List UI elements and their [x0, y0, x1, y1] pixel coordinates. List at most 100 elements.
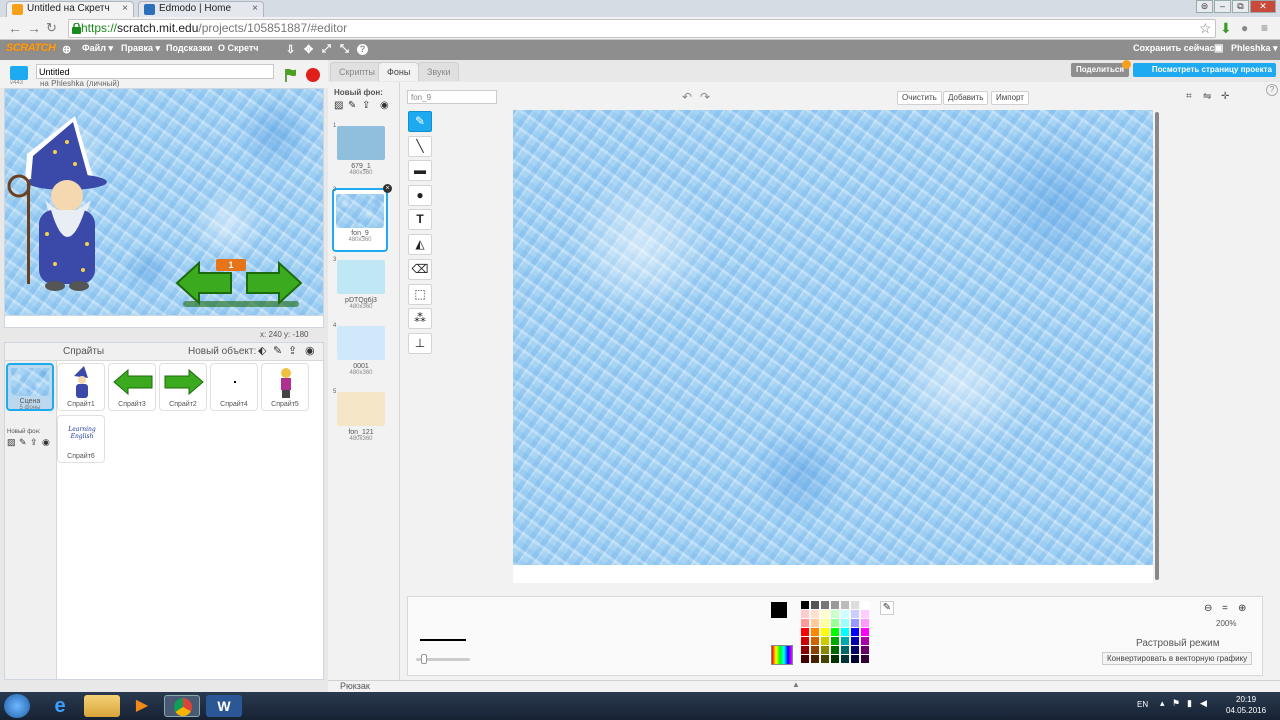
palette-swatch[interactable] — [811, 628, 819, 636]
ellipse-tool[interactable]: ● — [408, 185, 432, 206]
palette-swatch[interactable] — [861, 610, 869, 618]
rectangle-tool[interactable]: ▬ — [408, 160, 432, 181]
minimize-button[interactable]: ‒ — [1214, 0, 1231, 13]
upload-sprite-icon[interactable]: ⇪ — [288, 344, 297, 357]
green-flag-icon[interactable] — [284, 68, 298, 82]
menu-icon[interactable]: ≡ — [1261, 21, 1268, 35]
browser-tab-scratch[interactable]: Untitled на Скретч × — [6, 1, 134, 17]
palette-swatch[interactable] — [811, 601, 819, 609]
paint-icon[interactable]: ✎ — [348, 100, 356, 111]
url-input[interactable]: https://scratch.mit.edu/projects/1058518… — [68, 19, 1216, 38]
palette-swatch[interactable] — [821, 619, 829, 627]
palette-swatch[interactable] — [821, 628, 829, 636]
primary-color-swatch[interactable] — [771, 602, 787, 618]
browser-tab-edmodo[interactable]: Edmodo | Home × — [138, 1, 264, 17]
palette-swatch[interactable] — [811, 655, 819, 663]
flag-icon[interactable]: ⚑ — [1172, 698, 1180, 709]
upload-icon[interactable]: ⇪ — [362, 100, 370, 111]
media-player-icon[interactable]: ▶ — [124, 695, 160, 717]
camera-icon[interactable]: ◉ — [305, 344, 315, 357]
backpack-expand-icon[interactable]: ▲ — [792, 680, 800, 689]
stage-thumbnail[interactable]: Сцена 5 фоны — [6, 363, 54, 411]
palette-swatch[interactable] — [851, 628, 859, 636]
paint-canvas[interactable] — [513, 110, 1153, 565]
palette-swatch[interactable] — [821, 601, 829, 609]
delete-backdrop-icon[interactable]: × — [383, 184, 392, 193]
globe-icon[interactable]: ⊕ — [62, 43, 71, 56]
palette-swatch[interactable] — [801, 655, 809, 663]
palette-swatch[interactable] — [801, 628, 809, 636]
tab-backdrops[interactable]: Фоны — [378, 62, 420, 81]
shield-extension-icon[interactable]: ● — [1241, 21, 1248, 35]
paint-backdrop-icon[interactable]: ✎ — [19, 437, 27, 448]
costume-name-input[interactable] — [407, 90, 497, 104]
eraser-tool[interactable]: ⌫ — [408, 259, 432, 280]
set-center-icon[interactable]: ✛ — [1221, 91, 1229, 102]
palette-swatch[interactable] — [831, 637, 839, 645]
sprite-tile[interactable]: Learning English Спрайт6 — [57, 415, 105, 463]
palette-swatch[interactable] — [831, 628, 839, 636]
color-picker-gradient[interactable] — [771, 645, 793, 665]
stamp-tool[interactable]: ⊥ — [408, 333, 432, 354]
palette-swatch[interactable] — [841, 610, 849, 618]
tray-arrow-icon[interactable]: ▴ — [1160, 698, 1165, 709]
save-now-link[interactable]: Сохранить сейчас — [1133, 43, 1214, 53]
palette-swatch[interactable] — [831, 646, 839, 654]
vertical-scrollbar[interactable] — [1155, 112, 1159, 580]
palette-swatch[interactable] — [851, 655, 859, 663]
close-window-button[interactable]: ✕ — [1250, 0, 1276, 13]
camera-backdrop-icon[interactable]: ◉ — [42, 437, 50, 448]
tab-sounds[interactable]: Звуки — [418, 62, 460, 81]
stage-canvas[interactable]: 1 — [4, 88, 324, 316]
choose-backdrop-icon[interactable]: ▨ — [7, 437, 16, 448]
palette-swatch[interactable] — [861, 655, 869, 663]
palette-swatch[interactable] — [841, 655, 849, 663]
palette-swatch[interactable] — [821, 655, 829, 663]
language-indicator[interactable]: EN — [1137, 700, 1148, 709]
help-icon[interactable]: ? — [1266, 84, 1278, 96]
convert-to-vector-button[interactable]: Конвертировать в векторную графику — [1102, 652, 1253, 665]
flip-horizontal-icon[interactable]: ⇋ — [1203, 91, 1211, 102]
palette-swatch[interactable] — [831, 655, 839, 663]
zoom-reset-icon[interactable]: = — [1222, 603, 1228, 614]
see-project-page-button[interactable]: Посмотреть страницу проекта — [1133, 63, 1276, 77]
sprite-tile[interactable]: Спрайт4 — [210, 363, 258, 411]
undo-icon[interactable]: ↶ — [682, 90, 692, 104]
folder-icon[interactable]: ▣ — [1214, 43, 1223, 54]
network-icon[interactable]: ▮ — [1187, 698, 1192, 709]
upload-backdrop-icon[interactable]: ⇪ — [30, 437, 38, 448]
reload-icon[interactable]: ↻ — [46, 21, 57, 35]
eyedropper-icon[interactable]: ✎ — [880, 601, 894, 615]
palette-swatch[interactable] — [841, 628, 849, 636]
palette-swatch[interactable] — [801, 619, 809, 627]
menu-about[interactable]: О Скретч — [218, 43, 259, 53]
palette-swatch[interactable] — [821, 637, 829, 645]
redo-icon[interactable]: ↷ — [700, 90, 710, 104]
backdrop-tile[interactable]: 1 679_1 480x360 — [333, 123, 388, 176]
user-menu[interactable]: Phleshka ▾ — [1231, 43, 1278, 54]
palette-swatch[interactable] — [821, 646, 829, 654]
palette-swatch[interactable] — [831, 601, 839, 609]
text-tool[interactable]: T — [408, 209, 432, 230]
cut-icon[interactable]: ✥ — [304, 43, 313, 56]
stop-icon[interactable] — [306, 68, 320, 82]
shrink-icon[interactable]: ⤡ — [340, 43, 349, 56]
palette-swatch[interactable] — [811, 646, 819, 654]
share-button[interactable]: Поделиться — [1071, 63, 1129, 77]
sprite-tile[interactable]: Спрайт2 — [159, 363, 207, 411]
palette-swatch[interactable] — [801, 637, 809, 645]
slider-handle[interactable] — [421, 654, 427, 664]
download-extension-icon[interactable]: ⬇ — [1220, 21, 1232, 35]
menu-file[interactable]: Файл ▾ — [82, 43, 113, 54]
palette-swatch[interactable] — [861, 619, 869, 627]
start-button[interactable] — [4, 694, 30, 718]
backdrop-tile[interactable]: 3 pDTQg6j3 480x360 — [333, 257, 388, 310]
palette-swatch[interactable] — [801, 610, 809, 618]
add-button[interactable]: Добавить — [943, 91, 989, 105]
palette-swatch[interactable] — [811, 637, 819, 645]
close-tab-icon[interactable]: × — [122, 3, 128, 14]
tab-scripts[interactable]: Скрипты — [330, 62, 384, 81]
ie-icon[interactable]: e — [42, 695, 78, 717]
line-tool[interactable]: ╲ — [408, 136, 432, 157]
palette-swatch[interactable] — [851, 619, 859, 627]
